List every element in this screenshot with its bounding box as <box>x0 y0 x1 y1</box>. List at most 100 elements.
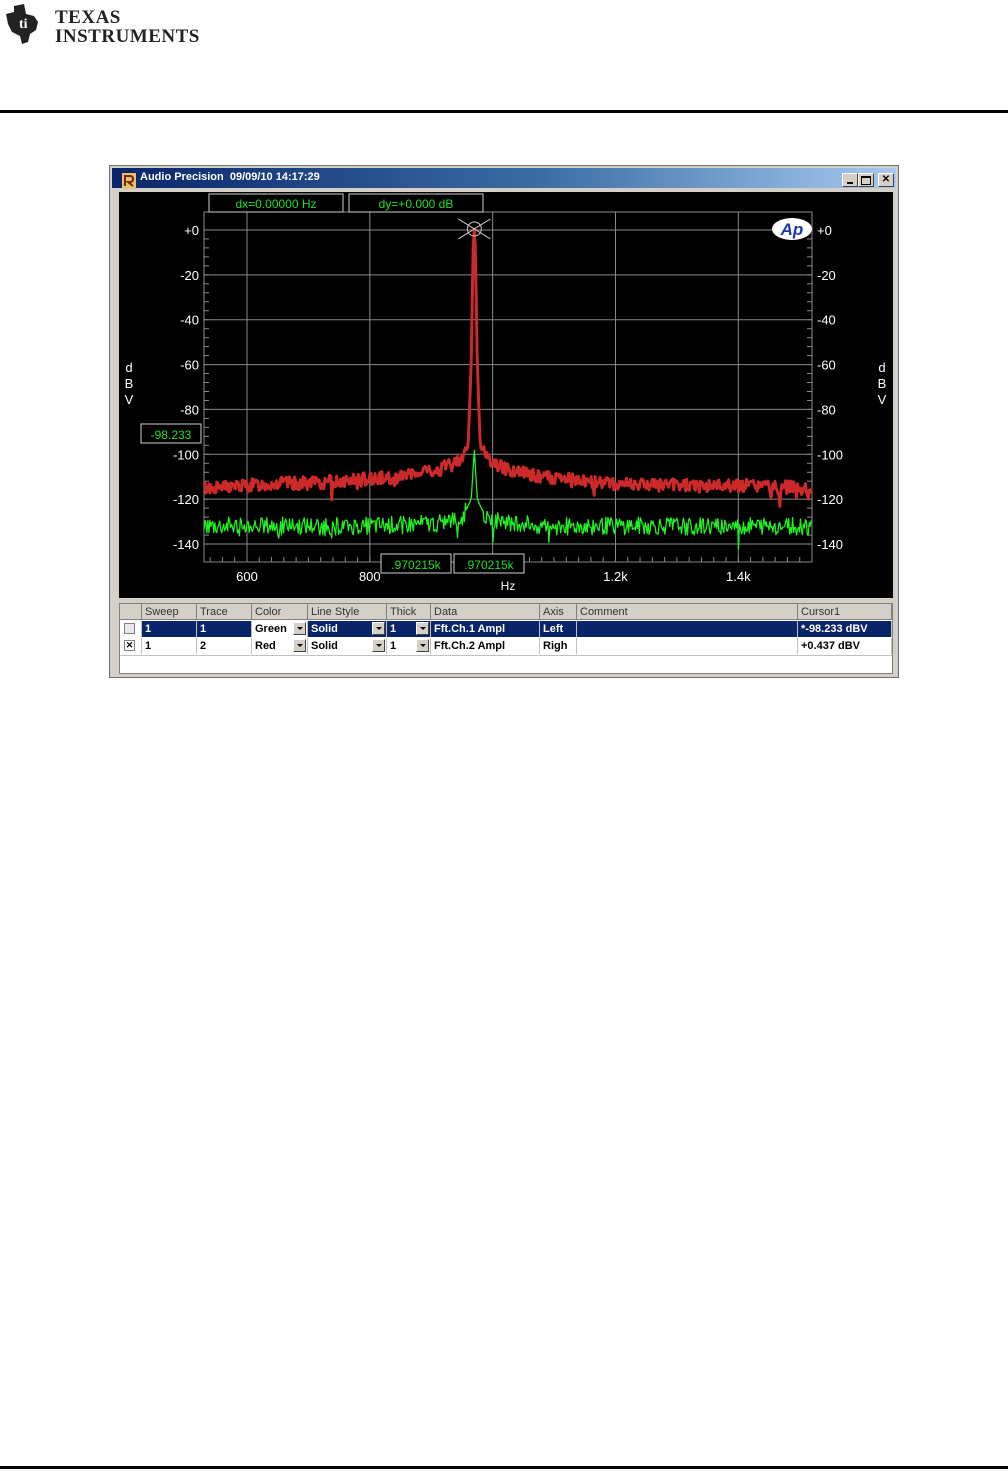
y-tick-label-right: -80 <box>817 402 836 417</box>
plot-canvas: +0 +0 -20 -20 -40 -40 -60 -60 -80 -80 -100 -100 -120… <box>125 193 887 593</box>
y-axis-label-left: d <box>125 360 132 375</box>
y-tick-label-left: -20 <box>180 268 199 283</box>
line-style-select[interactable]: Solid <box>308 621 387 637</box>
cell-cursor1[interactable]: +0.437 dBV <box>798 638 892 654</box>
y-axis-label-right: V <box>878 392 887 407</box>
cell-axis[interactable]: Left <box>540 621 577 637</box>
cursor-dx-readout: dx=0.00000 Hz <box>235 197 316 211</box>
y-tick-label-right: -60 <box>817 358 836 373</box>
cell-cursor1[interactable]: *-98.233 dBV <box>798 621 892 637</box>
line-style-select[interactable]: Solid <box>308 638 387 654</box>
header-check-col <box>120 604 142 620</box>
table-row[interactable]: ✕ 1 2 Red Solid 1 Fft.Ch.2 Ampl Righ +0.… <box>120 638 892 654</box>
y-tick-label-left: -140 <box>173 537 199 552</box>
dropdown-arrow-icon[interactable] <box>293 639 306 652</box>
header-color[interactable]: Color <box>252 604 308 620</box>
x-tick-label: 1.2k <box>603 569 628 584</box>
color-value: Green <box>255 623 287 635</box>
thick-value: 1 <box>390 623 397 635</box>
logo-line-2: Instruments <box>55 26 200 47</box>
x-tick-label: 800 <box>359 569 381 584</box>
cell-sweep[interactable]: 1 <box>142 638 197 654</box>
y-axis-label-right: B <box>878 376 887 391</box>
y-tick-label-left: -120 <box>173 492 199 507</box>
window-title: Audio Precision 09/09/10 14:17:29 <box>140 171 320 183</box>
close-icon: ✕ <box>881 174 891 185</box>
line-style-value: Solid <box>311 623 338 635</box>
footer-rule <box>0 1466 1008 1469</box>
app-icon <box>122 173 136 189</box>
cursor-y-readout: -98.233 <box>151 428 192 442</box>
y-axis-label-left: B <box>125 376 134 391</box>
dropdown-arrow-icon[interactable] <box>416 622 429 635</box>
color-select[interactable]: Green <box>252 621 308 637</box>
header-sweep[interactable]: Sweep <box>142 604 197 620</box>
fft-plot[interactable]: +0 +0 -20 -20 -40 -40 -60 -60 -80 -80 -100 -100 -120… <box>119 192 893 598</box>
color-select[interactable]: Red <box>252 638 308 654</box>
minimize-icon <box>847 182 853 184</box>
cursor-dy-readout: dy=+0.000 dB <box>379 197 454 211</box>
header-axis[interactable]: Axis <box>540 604 577 620</box>
header-trace[interactable]: Trace <box>197 604 252 620</box>
cell-trace[interactable]: 2 <box>197 638 252 654</box>
audio-precision-window: Audio Precision 09/09/10 14:17:29 ✕ +0 +0… <box>109 165 899 678</box>
thick-select[interactable]: 1 <box>387 621 431 637</box>
line-style-value: Solid <box>311 640 338 652</box>
cell-sweep[interactable]: 1 <box>142 621 197 637</box>
trace-table: Sweep Trace Color Line Style Thick Data … <box>119 603 893 674</box>
dropdown-arrow-icon[interactable] <box>372 639 385 652</box>
trace-checkbox[interactable]: ✕ <box>124 640 135 651</box>
y-tick-label-left: -60 <box>180 358 199 373</box>
green-trace-line <box>202 227 813 508</box>
texas-instruments-logo: ti Texas Instruments <box>4 4 199 48</box>
dropdown-arrow-icon[interactable] <box>372 622 385 635</box>
header-thick[interactable]: Thick <box>387 604 431 620</box>
x-tick-label: 1.4k <box>726 569 751 584</box>
dropdown-arrow-icon[interactable] <box>416 639 429 652</box>
header-cursor1[interactable]: Cursor1 <box>798 604 892 620</box>
cell-comment[interactable] <box>577 621 798 637</box>
maximize-button[interactable] <box>858 173 874 187</box>
header-comment[interactable]: Comment <box>577 604 798 620</box>
ap-logo-text: Ap <box>780 220 804 239</box>
x-axis-label: Hz <box>501 579 516 593</box>
close-button[interactable]: ✕ <box>878 173 894 187</box>
color-value: Red <box>255 640 276 652</box>
cell-axis[interactable]: Righ <box>540 638 577 654</box>
svg-text:ti: ti <box>19 17 28 32</box>
row-check-cell <box>120 621 142 637</box>
y-tick-label-right: -120 <box>817 492 843 507</box>
cursor-x-readout-1: .970215k <box>391 558 441 572</box>
x-tick-label: 600 <box>236 569 258 584</box>
y-tick-label-left: -40 <box>180 313 199 328</box>
cell-data[interactable]: Fft.Ch.1 Ampl <box>431 621 540 637</box>
plot-frame <box>203 211 813 563</box>
cursor-x-readout-2: .970215k <box>464 558 514 572</box>
y-tick-label-right: -20 <box>817 268 836 283</box>
cell-data[interactable]: Fft.Ch.2 Ampl <box>431 638 540 654</box>
y-tick-label-left: -80 <box>180 402 199 417</box>
minimize-button[interactable] <box>842 173 858 187</box>
maximize-icon <box>861 176 871 185</box>
thick-value: 1 <box>390 640 397 652</box>
y-tick-label-right: -40 <box>817 313 836 328</box>
thick-select[interactable]: 1 <box>387 638 431 654</box>
row-check-cell: ✕ <box>120 638 142 654</box>
table-header-row: Sweep Trace Color Line Style Thick Data … <box>120 604 892 620</box>
ti-logo-icon: ti <box>6 4 38 44</box>
cell-comment[interactable] <box>577 638 798 654</box>
y-axis-label-left: V <box>125 392 134 407</box>
cell-trace[interactable]: 1 <box>197 621 252 637</box>
y-tick-label-left: +0 <box>184 223 199 238</box>
row-divider <box>120 655 892 656</box>
y-tick-label-right: -140 <box>817 537 843 552</box>
header-rule <box>0 110 1008 113</box>
dropdown-arrow-icon[interactable] <box>293 622 306 635</box>
y-tick-label-left: -100 <box>173 447 199 462</box>
table-row[interactable]: 1 1 Green Solid 1 Fft.Ch.1 Ampl Left *-9… <box>120 621 892 637</box>
title-bar[interactable]: Audio Precision 09/09/10 14:17:29 ✕ <box>112 168 896 189</box>
trace-checkbox[interactable] <box>124 623 135 634</box>
header-data[interactable]: Data <box>431 604 540 620</box>
header-line-style[interactable]: Line Style <box>308 604 387 620</box>
y-tick-label-right: -100 <box>817 447 843 462</box>
